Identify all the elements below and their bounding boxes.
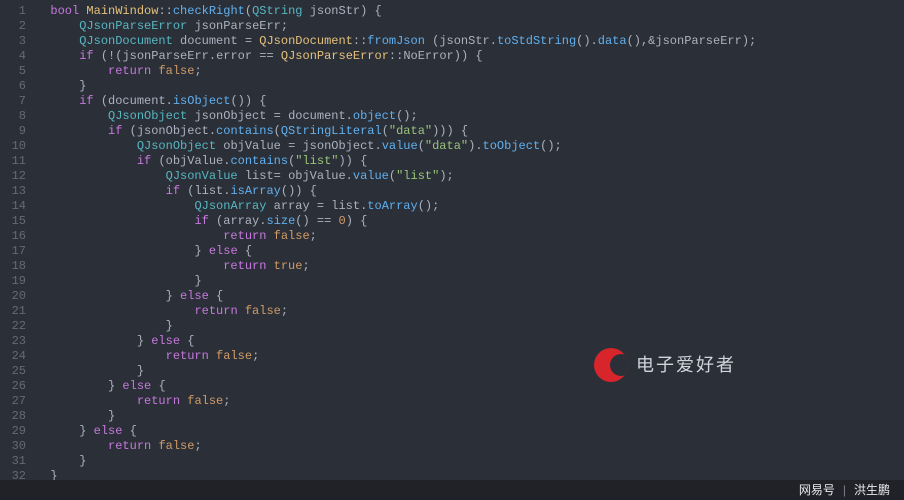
line-number: 18	[0, 259, 26, 274]
line-number: 29	[0, 424, 26, 439]
code-line[interactable]: if (jsonObject.contains(QStringLiteral("…	[36, 124, 904, 139]
line-number: 31	[0, 454, 26, 469]
separator: |	[843, 483, 846, 498]
line-number: 22	[0, 319, 26, 334]
line-number: 19	[0, 274, 26, 289]
line-number: 12	[0, 169, 26, 184]
code-line[interactable]: }	[36, 364, 904, 379]
line-number: 3	[0, 34, 26, 49]
code-line[interactable]: QJsonDocument document = QJsonDocument::…	[36, 34, 904, 49]
code-line[interactable]: } else {	[36, 289, 904, 304]
author-name: 洪生鹏	[854, 483, 890, 498]
line-number: 21	[0, 304, 26, 319]
line-number: 8	[0, 109, 26, 124]
code-line[interactable]: }	[36, 274, 904, 289]
line-number: 11	[0, 154, 26, 169]
code-line[interactable]: return false;	[36, 349, 904, 364]
line-number: 27	[0, 394, 26, 409]
code-area[interactable]: bool MainWindow::checkRight(QString json…	[36, 4, 904, 500]
line-number: 6	[0, 79, 26, 94]
code-editor[interactable]: 1234567891011121314151617181920212223242…	[0, 0, 904, 500]
code-line[interactable]: QJsonObject objValue = jsonObject.value(…	[36, 139, 904, 154]
code-line[interactable]: QJsonValue list= objValue.value("list");	[36, 169, 904, 184]
code-line[interactable]: if (!(jsonParseErr.error == QJsonParseEr…	[36, 49, 904, 64]
code-line[interactable]: if (array.size() == 0) {	[36, 214, 904, 229]
code-line[interactable]: } else {	[36, 379, 904, 394]
line-number: 20	[0, 289, 26, 304]
code-line[interactable]: } else {	[36, 334, 904, 349]
line-number: 2	[0, 19, 26, 34]
code-line[interactable]: return false;	[36, 64, 904, 79]
source-footer: 网易号 | 洪生鹏	[0, 480, 904, 500]
line-number: 15	[0, 214, 26, 229]
line-number: 5	[0, 64, 26, 79]
source-label: 网易号	[799, 483, 835, 498]
code-line[interactable]: bool MainWindow::checkRight(QString json…	[36, 4, 904, 19]
line-number: 14	[0, 199, 26, 214]
line-number: 16	[0, 229, 26, 244]
line-number: 30	[0, 439, 26, 454]
line-number: 4	[0, 49, 26, 64]
line-number: 26	[0, 379, 26, 394]
line-number: 25	[0, 364, 26, 379]
line-number: 17	[0, 244, 26, 259]
line-number: 9	[0, 124, 26, 139]
code-line[interactable]: if (objValue.contains("list")) {	[36, 154, 904, 169]
line-number: 28	[0, 409, 26, 424]
code-line[interactable]: }	[36, 454, 904, 469]
code-line[interactable]: }	[36, 319, 904, 334]
code-line[interactable]: return true;	[36, 259, 904, 274]
code-line[interactable]: QJsonArray array = list.toArray();	[36, 199, 904, 214]
line-number: 13	[0, 184, 26, 199]
code-line[interactable]: return false;	[36, 229, 904, 244]
code-line[interactable]: if (list.isArray()) {	[36, 184, 904, 199]
code-line[interactable]: QJsonParseError jsonParseErr;	[36, 19, 904, 34]
line-number-gutter: 1234567891011121314151617181920212223242…	[0, 4, 36, 500]
code-line[interactable]: return false;	[36, 304, 904, 319]
line-number: 10	[0, 139, 26, 154]
code-line[interactable]: }	[36, 409, 904, 424]
code-line[interactable]: return false;	[36, 439, 904, 454]
code-line[interactable]: QJsonObject jsonObject = document.object…	[36, 109, 904, 124]
code-line[interactable]: return false;	[36, 394, 904, 409]
code-line[interactable]: }	[36, 79, 904, 94]
line-number: 23	[0, 334, 26, 349]
line-number: 7	[0, 94, 26, 109]
code-line[interactable]: } else {	[36, 244, 904, 259]
line-number: 24	[0, 349, 26, 364]
code-line[interactable]: if (document.isObject()) {	[36, 94, 904, 109]
code-line[interactable]: } else {	[36, 424, 904, 439]
line-number: 1	[0, 4, 26, 19]
